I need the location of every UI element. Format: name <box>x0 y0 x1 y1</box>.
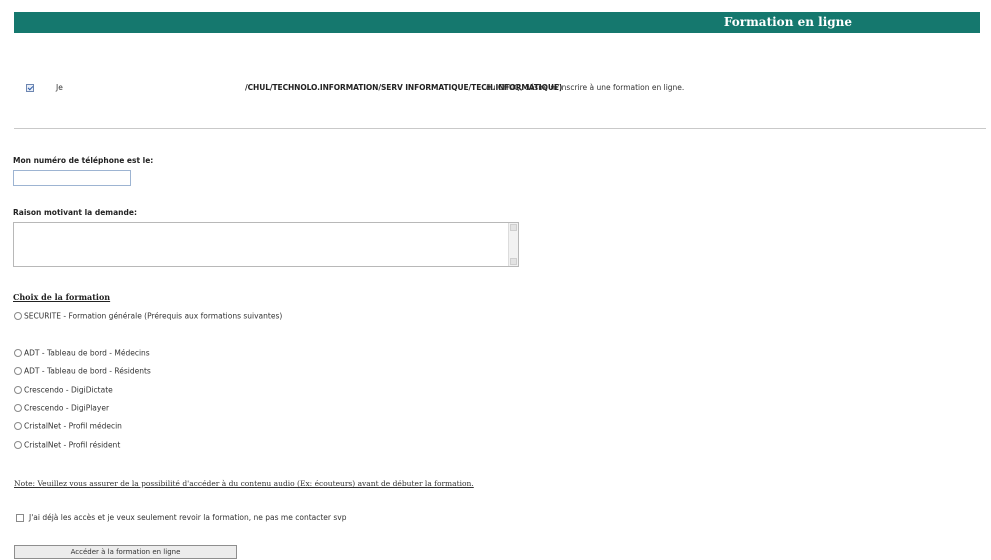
training-option-adt-residents[interactable]: ADT - Tableau de bord - Résidents <box>14 366 151 376</box>
consent-suffix: du CHUQ, désire m'inscrire à une formati… <box>486 83 685 92</box>
radio-icon[interactable] <box>14 422 22 430</box>
training-option-label: Crescendo - DigiDictate <box>24 385 113 395</box>
training-option-cristalnet-medecin[interactable]: CristalNet - Profil médecin <box>14 421 122 431</box>
header-bar: Formation en ligne <box>14 12 980 33</box>
radio-icon[interactable] <box>14 349 22 357</box>
optout-checkbox[interactable] <box>16 514 24 522</box>
section-divider <box>14 128 986 129</box>
training-option-label: CristalNet - Profil médecin <box>24 421 122 431</box>
optout-row[interactable]: J'ai déjà les accès et je veux seulement… <box>16 513 347 522</box>
reason-scrollbar[interactable] <box>508 223 518 266</box>
phone-label: Mon numéro de téléphone est le: <box>13 156 154 165</box>
page-title: Formation en ligne <box>723 15 852 29</box>
training-option-label: SECURITE - Formation générale (Prérequis… <box>24 311 283 321</box>
training-option-adt-medecins[interactable]: ADT - Tableau de bord - Médecins <box>14 348 150 358</box>
audio-note: Note: Veuillez vous assurer de la possib… <box>14 479 474 488</box>
training-section-title: Choix de la formation <box>13 292 111 302</box>
radio-icon[interactable] <box>14 441 22 449</box>
training-option-securite[interactable]: SECURITE - Formation générale (Prérequis… <box>14 311 282 321</box>
reason-label: Raison motivant la demande: <box>13 208 137 217</box>
training-option-label: ADT - Tableau de bord - Médecins <box>24 348 150 358</box>
access-training-button[interactable]: Accéder à la formation en ligne <box>14 545 237 559</box>
reason-textarea[interactable] <box>13 222 519 267</box>
training-option-digidictate[interactable]: Crescendo - DigiDictate <box>14 385 113 395</box>
radio-icon[interactable] <box>14 367 22 375</box>
scroll-up-arrow-icon[interactable] <box>510 224 517 231</box>
consent-prefix: Je <box>56 83 63 92</box>
radio-icon[interactable] <box>14 386 22 394</box>
scroll-down-arrow-icon[interactable] <box>510 258 517 265</box>
training-option-label: CristalNet - Profil résident <box>24 440 121 450</box>
radio-icon[interactable] <box>14 312 22 320</box>
training-option-digiplayer[interactable]: Crescendo - DigiPlayer <box>14 403 109 413</box>
optout-label: J'ai déjà les accès et je veux seulement… <box>29 513 347 522</box>
phone-input[interactable] <box>13 170 131 186</box>
consent-row: Je /CHUL/TECHNOLO.INFORMATION/SERV INFOR… <box>26 83 684 92</box>
radio-icon[interactable] <box>14 404 22 412</box>
training-option-label: ADT - Tableau de bord - Résidents <box>24 366 151 376</box>
consent-checkbox[interactable] <box>26 84 34 92</box>
training-option-label: Crescendo - DigiPlayer <box>24 403 110 413</box>
training-option-cristalnet-resident[interactable]: CristalNet - Profil résident <box>14 440 120 450</box>
